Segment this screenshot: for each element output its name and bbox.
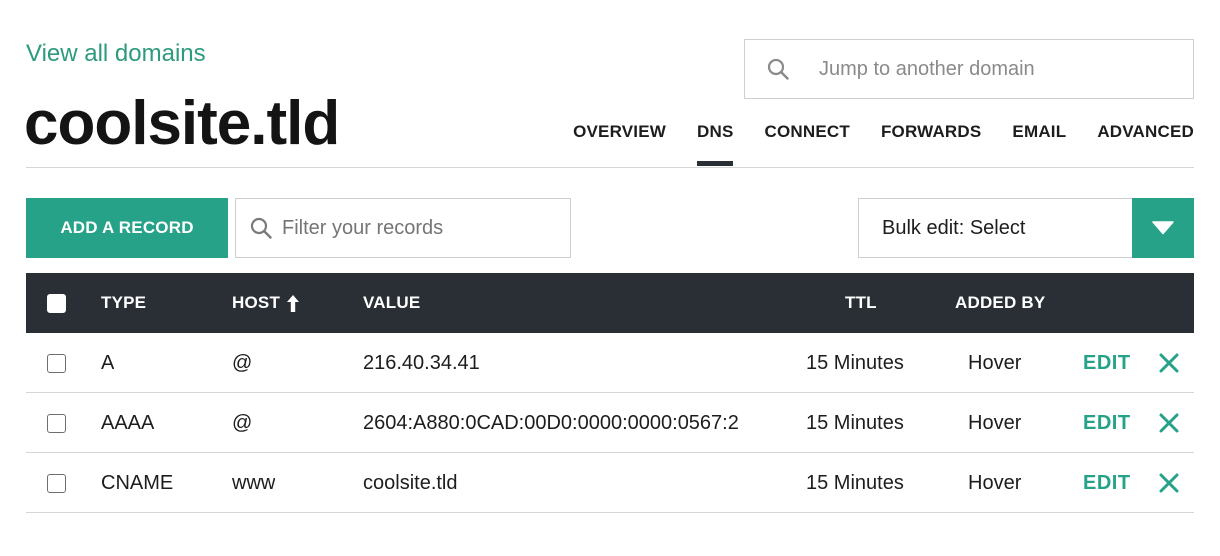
row-select-cell [47,393,66,453]
row-checkbox[interactable] [47,353,66,373]
record-value: coolsite.tld [363,471,458,494]
record-added-by: Hover [968,411,1022,434]
header-value: VALUE [363,293,421,312]
caret-down-icon [1152,221,1174,235]
filter-records[interactable] [235,198,571,258]
row-select-cell [47,453,66,513]
jump-domain-input[interactable] [819,57,1179,81]
delete-record-button[interactable] [1159,333,1179,393]
record-type: A [101,351,115,374]
record-added-by: Hover [968,471,1022,494]
tab-email[interactable]: EMAIL [1012,122,1066,154]
record-ttl: 15 Minutes [806,471,904,494]
delete-record-button[interactable] [1159,393,1179,453]
table-row: A @ 216.40.34.41 15 Minutes Hover EDIT [26,333,1194,393]
record-ttl: 15 Minutes [806,411,904,434]
search-icon [250,217,272,239]
header-type[interactable]: TYPE [101,273,146,333]
header-host-label: HOST [232,293,281,312]
row-select-cell [47,333,66,393]
tab-advanced[interactable]: ADVANCED [1097,122,1194,154]
record-type: AAAA [101,411,155,434]
header-host[interactable]: HOST [232,273,300,333]
record-type: CNAME [101,471,174,494]
close-icon [1159,473,1179,493]
view-all-domains-link[interactable]: View all domains [26,40,206,68]
header-ttl: TTL [845,293,877,312]
record-host: @ [232,351,253,374]
row-checkbox[interactable] [47,473,66,493]
table-row: AAAA @ 2604:A880:0CAD:00D0:0000:0000:056… [26,393,1194,453]
bulk-edit-select[interactable]: Bulk edit: Select [858,198,1194,258]
table-header: TYPE HOST VALUE TTL ADDED BY [26,273,1194,333]
table-row: CNAME www coolsite.tld 15 Minutes Hover … [26,453,1194,513]
dns-records-table: TYPE HOST VALUE TTL ADDED BY A @ 216.40.… [26,273,1194,513]
delete-record-button[interactable] [1159,453,1179,513]
search-icon [767,58,789,80]
header-divider [26,167,1194,168]
domain-tabs: OVERVIEW DNS CONNECT FORWARDS EMAIL ADVA… [542,122,1194,166]
record-added-by: Hover [968,351,1022,374]
bulk-edit-label: Bulk edit: Select [882,216,1026,239]
select-all-cell [47,273,66,333]
record-ttl: 15 Minutes [806,351,904,374]
close-icon [1159,353,1179,373]
tab-overview[interactable]: OVERVIEW [573,122,666,154]
add-record-button[interactable]: ADD A RECORD [26,198,228,258]
record-host: www [232,471,276,494]
select-all-checkbox[interactable] [47,293,66,313]
header-added-by: ADDED BY [955,293,1046,312]
jump-domain-search[interactable] [744,39,1194,99]
tab-dns[interactable]: DNS [696,122,734,166]
bulk-edit-dropdown-button[interactable] [1132,198,1194,258]
record-host: @ [232,411,253,434]
row-checkbox[interactable] [47,413,66,433]
filter-records-input[interactable] [282,216,562,240]
close-icon [1159,413,1179,433]
edit-record-button[interactable]: EDIT [1083,453,1131,513]
arrow-up-icon [287,294,300,312]
tab-connect[interactable]: CONNECT [764,122,849,154]
record-value: 2604:A880:0CAD:00D0:0000:0000:0567:2 [363,411,739,434]
domain-title: coolsite.tld [24,89,340,158]
record-value: 216.40.34.41 [363,351,480,374]
edit-record-button[interactable]: EDIT [1083,333,1131,393]
tab-forwards[interactable]: FORWARDS [881,122,981,154]
edit-record-button[interactable]: EDIT [1083,393,1131,453]
